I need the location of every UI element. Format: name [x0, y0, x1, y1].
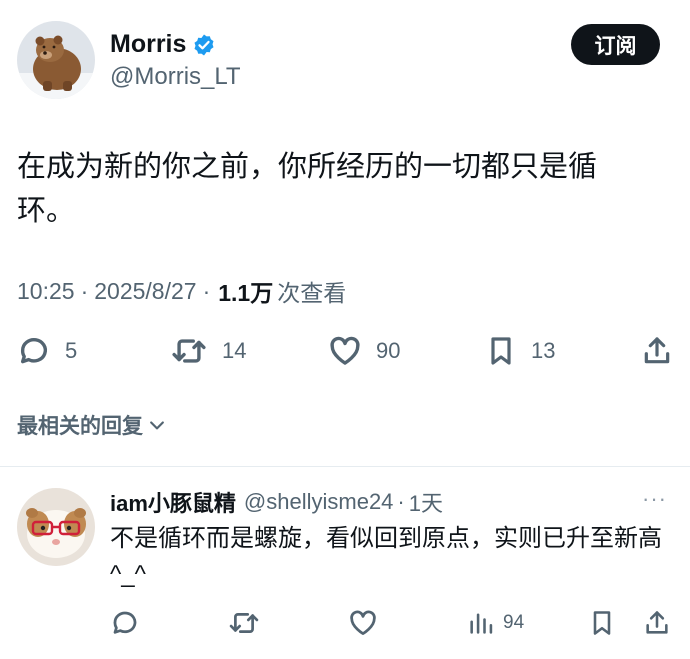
heart-icon — [350, 610, 376, 635]
author-handle[interactable]: @Morris_LT — [110, 63, 241, 91]
view-count-label: 次查看 — [277, 280, 347, 306]
retweet-button[interactable]: 14 — [170, 334, 246, 368]
author-name-row[interactable]: Morris — [110, 30, 216, 59]
reply-retweet-button[interactable] — [228, 608, 260, 638]
meta-separator: · — [80, 277, 89, 304]
retweet-icon — [229, 613, 259, 633]
bookmark-icon — [491, 337, 511, 365]
author-avatar[interactable] — [17, 21, 95, 99]
share-icon — [646, 611, 668, 634]
subscribe-button[interactable]: 订阅 — [571, 24, 660, 65]
reply-text: 不是循环而是螺旋，看似回到原点，实则已升至新高^_^ — [110, 525, 662, 588]
analytics-bars-icon — [470, 613, 493, 634]
reply-reply-button[interactable] — [110, 608, 140, 638]
retweet-icon — [172, 339, 206, 363]
like-count: 90 — [376, 338, 401, 363]
reply-author-avatar[interactable] — [17, 488, 95, 566]
divider — [0, 466, 690, 467]
most-relevant-replies-toggle[interactable]: 最相关的回复 — [17, 410, 167, 440]
bookmark-icon — [593, 611, 611, 635]
view-count: 1.1万 — [218, 280, 274, 306]
reply-author-name[interactable]: iam小豚鼠精 — [110, 486, 236, 518]
retweet-count: 14 — [222, 338, 247, 363]
reply-age[interactable]: 1天 — [409, 486, 443, 518]
bear-avatar-image — [17, 21, 95, 99]
share-button[interactable] — [641, 334, 673, 368]
tweet-time[interactable]: 10:25 — [17, 278, 75, 305]
author-name[interactable]: Morris — [110, 30, 186, 59]
meta-separator: · — [202, 277, 211, 304]
reply-count: 5 — [65, 338, 78, 363]
reply-share-button[interactable] — [643, 608, 671, 638]
bookmark-count: 13 — [531, 338, 556, 363]
reply-views-button[interactable]: 94 — [467, 608, 524, 638]
bookmark-button[interactable]: 13 — [485, 334, 555, 368]
reply-author-handle[interactable]: @shellyisme24 — [244, 489, 394, 515]
tweet-text: 在成为新的你之前，你所经历的一切都只是循环。 — [17, 151, 598, 227]
reply-bookmark-button[interactable] — [588, 608, 616, 638]
more-options-icon[interactable]: ··· — [642, 486, 667, 512]
like-button[interactable]: 90 — [328, 334, 400, 368]
reply-bubble-icon — [20, 338, 48, 364]
heart-icon — [330, 336, 360, 365]
reply-bubble-icon — [113, 611, 137, 634]
reply-button[interactable]: 5 — [17, 334, 77, 368]
reply-separator: · — [397, 489, 405, 514]
tweet-meta: 10:25 · 2025/8/27 · 1.1万 次查看 — [17, 274, 346, 308]
reply-view-count: 94 — [503, 612, 525, 633]
verified-badge-icon — [194, 34, 214, 55]
share-icon — [644, 337, 670, 364]
reply-header: iam小豚鼠精 @shellyisme24 · 1天 — [110, 486, 443, 518]
reply-like-button[interactable] — [348, 608, 378, 638]
chevron-down-icon — [150, 421, 164, 430]
most-relevant-replies-label: 最相关的回复 — [17, 415, 143, 438]
guinea-pig-avatar-image — [17, 488, 95, 566]
tweet-date[interactable]: 2025/8/27 — [94, 278, 196, 305]
